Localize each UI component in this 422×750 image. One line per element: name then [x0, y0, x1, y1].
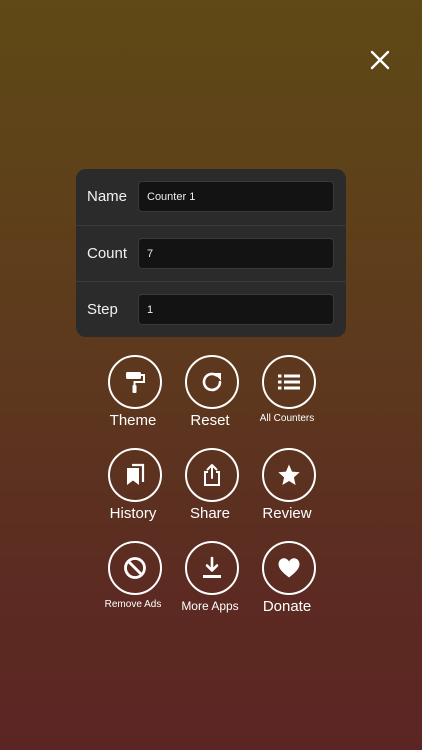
theme-circle: [108, 355, 162, 409]
paint-roller-icon: [126, 372, 145, 393]
share-icon: [204, 464, 220, 486]
count-label: Count: [87, 245, 128, 262]
step-row: Step: [76, 281, 346, 337]
step-input[interactable]: [138, 294, 334, 325]
donate-circle: [262, 541, 316, 595]
bookmarks-icon: [127, 463, 145, 485]
count-row: Count: [76, 225, 346, 282]
step-label: Step: [87, 301, 118, 318]
close-icon: [370, 50, 390, 70]
counter-settings-card: Name Count Step: [76, 169, 346, 337]
review-circle: [262, 448, 316, 502]
close-button[interactable]: [368, 48, 392, 72]
count-input[interactable]: [138, 238, 334, 269]
all-counters-circle: [262, 355, 316, 409]
donate-button[interactable]: Donate: [249, 541, 329, 621]
history-circle: [108, 448, 162, 502]
review-label: Review: [262, 505, 312, 522]
remove-ads-circle: [108, 541, 162, 595]
review-button[interactable]: Review: [249, 448, 329, 528]
donate-label: Donate: [262, 598, 312, 615]
refresh-icon: [202, 372, 222, 392]
star-icon: [278, 464, 300, 485]
download-icon: [203, 556, 221, 578]
ban-icon: [124, 557, 146, 579]
more-apps-circle: [185, 541, 239, 595]
name-label: Name: [87, 188, 128, 205]
heart-icon: [278, 558, 300, 578]
reset-circle: [185, 355, 239, 409]
name-input[interactable]: [138, 181, 334, 212]
all-counters-button[interactable]: All Counters: [249, 355, 329, 435]
list-icon: [278, 374, 300, 390]
all-counters-label: All Counters: [259, 413, 315, 424]
share-circle: [185, 448, 239, 502]
name-row: Name: [76, 169, 346, 225]
